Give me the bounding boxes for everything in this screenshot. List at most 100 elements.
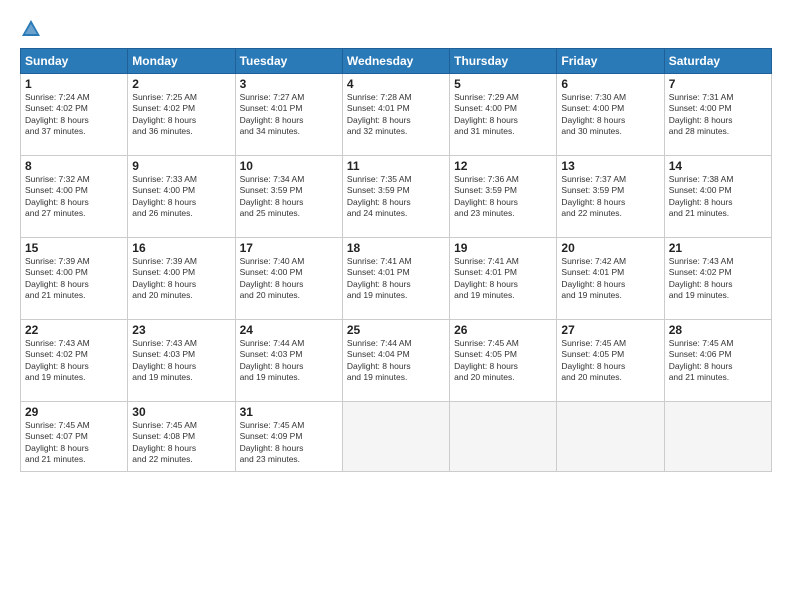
day-info: Sunrise: 7:44 AM Sunset: 4:03 PM Dayligh…: [240, 338, 338, 384]
day-number: 28: [669, 323, 767, 337]
day-number: 2: [132, 77, 230, 91]
day-number: 22: [25, 323, 123, 337]
day-info: Sunrise: 7:35 AM Sunset: 3:59 PM Dayligh…: [347, 174, 445, 220]
day-number: 19: [454, 241, 552, 255]
calendar-cell: 27Sunrise: 7:45 AM Sunset: 4:05 PM Dayli…: [557, 320, 664, 402]
day-info: Sunrise: 7:41 AM Sunset: 4:01 PM Dayligh…: [454, 256, 552, 302]
calendar-cell: 31Sunrise: 7:45 AM Sunset: 4:09 PM Dayli…: [235, 402, 342, 472]
calendar-cell: 9Sunrise: 7:33 AM Sunset: 4:00 PM Daylig…: [128, 156, 235, 238]
day-info: Sunrise: 7:30 AM Sunset: 4:00 PM Dayligh…: [561, 92, 659, 138]
day-of-week-header: Friday: [557, 49, 664, 74]
day-number: 31: [240, 405, 338, 419]
calendar-cell: 1Sunrise: 7:24 AM Sunset: 4:02 PM Daylig…: [21, 74, 128, 156]
day-of-week-header: Tuesday: [235, 49, 342, 74]
calendar-table: SundayMondayTuesdayWednesdayThursdayFrid…: [20, 48, 772, 472]
day-info: Sunrise: 7:45 AM Sunset: 4:08 PM Dayligh…: [132, 420, 230, 466]
calendar-cell: 28Sunrise: 7:45 AM Sunset: 4:06 PM Dayli…: [664, 320, 771, 402]
calendar-cell: 2Sunrise: 7:25 AM Sunset: 4:02 PM Daylig…: [128, 74, 235, 156]
day-of-week-header: Wednesday: [342, 49, 449, 74]
calendar-cell: 26Sunrise: 7:45 AM Sunset: 4:05 PM Dayli…: [450, 320, 557, 402]
calendar-cell: 4Sunrise: 7:28 AM Sunset: 4:01 PM Daylig…: [342, 74, 449, 156]
calendar-header-row: SundayMondayTuesdayWednesdayThursdayFrid…: [21, 49, 772, 74]
calendar-cell: 18Sunrise: 7:41 AM Sunset: 4:01 PM Dayli…: [342, 238, 449, 320]
day-info: Sunrise: 7:43 AM Sunset: 4:03 PM Dayligh…: [132, 338, 230, 384]
calendar-week-row: 1Sunrise: 7:24 AM Sunset: 4:02 PM Daylig…: [21, 74, 772, 156]
day-info: Sunrise: 7:45 AM Sunset: 4:06 PM Dayligh…: [669, 338, 767, 384]
calendar-cell: 7Sunrise: 7:31 AM Sunset: 4:00 PM Daylig…: [664, 74, 771, 156]
day-number: 26: [454, 323, 552, 337]
day-info: Sunrise: 7:45 AM Sunset: 4:05 PM Dayligh…: [454, 338, 552, 384]
calendar-cell: 25Sunrise: 7:44 AM Sunset: 4:04 PM Dayli…: [342, 320, 449, 402]
calendar-cell: 19Sunrise: 7:41 AM Sunset: 4:01 PM Dayli…: [450, 238, 557, 320]
day-number: 3: [240, 77, 338, 91]
day-of-week-header: Thursday: [450, 49, 557, 74]
day-info: Sunrise: 7:31 AM Sunset: 4:00 PM Dayligh…: [669, 92, 767, 138]
day-info: Sunrise: 7:43 AM Sunset: 4:02 PM Dayligh…: [669, 256, 767, 302]
calendar-cell: 20Sunrise: 7:42 AM Sunset: 4:01 PM Dayli…: [557, 238, 664, 320]
calendar-cell: 13Sunrise: 7:37 AM Sunset: 3:59 PM Dayli…: [557, 156, 664, 238]
day-info: Sunrise: 7:27 AM Sunset: 4:01 PM Dayligh…: [240, 92, 338, 138]
calendar-cell: 6Sunrise: 7:30 AM Sunset: 4:00 PM Daylig…: [557, 74, 664, 156]
day-number: 18: [347, 241, 445, 255]
header: [20, 16, 772, 40]
day-of-week-header: Saturday: [664, 49, 771, 74]
day-number: 25: [347, 323, 445, 337]
day-info: Sunrise: 7:34 AM Sunset: 3:59 PM Dayligh…: [240, 174, 338, 220]
day-number: 12: [454, 159, 552, 173]
calendar-cell: 16Sunrise: 7:39 AM Sunset: 4:00 PM Dayli…: [128, 238, 235, 320]
day-info: Sunrise: 7:32 AM Sunset: 4:00 PM Dayligh…: [25, 174, 123, 220]
calendar-cell: 14Sunrise: 7:38 AM Sunset: 4:00 PM Dayli…: [664, 156, 771, 238]
day-info: Sunrise: 7:38 AM Sunset: 4:00 PM Dayligh…: [669, 174, 767, 220]
day-number: 11: [347, 159, 445, 173]
calendar-week-row: 8Sunrise: 7:32 AM Sunset: 4:00 PM Daylig…: [21, 156, 772, 238]
day-info: Sunrise: 7:24 AM Sunset: 4:02 PM Dayligh…: [25, 92, 123, 138]
day-of-week-header: Sunday: [21, 49, 128, 74]
day-info: Sunrise: 7:45 AM Sunset: 4:05 PM Dayligh…: [561, 338, 659, 384]
day-number: 29: [25, 405, 123, 419]
calendar-cell: [557, 402, 664, 472]
day-info: Sunrise: 7:39 AM Sunset: 4:00 PM Dayligh…: [132, 256, 230, 302]
calendar-cell: 29Sunrise: 7:45 AM Sunset: 4:07 PM Dayli…: [21, 402, 128, 472]
day-number: 21: [669, 241, 767, 255]
day-number: 6: [561, 77, 659, 91]
day-info: Sunrise: 7:25 AM Sunset: 4:02 PM Dayligh…: [132, 92, 230, 138]
day-info: Sunrise: 7:37 AM Sunset: 3:59 PM Dayligh…: [561, 174, 659, 220]
calendar-cell: 17Sunrise: 7:40 AM Sunset: 4:00 PM Dayli…: [235, 238, 342, 320]
calendar-cell: 12Sunrise: 7:36 AM Sunset: 3:59 PM Dayli…: [450, 156, 557, 238]
day-number: 24: [240, 323, 338, 337]
day-number: 5: [454, 77, 552, 91]
calendar-cell: 3Sunrise: 7:27 AM Sunset: 4:01 PM Daylig…: [235, 74, 342, 156]
calendar-week-row: 15 Sunrise: 7:39 AM Sunset: 4:00 PM Dayli…: [21, 238, 772, 320]
day-number: 14: [669, 159, 767, 173]
day-info: Sunrise: 7:45 AM Sunset: 4:07 PM Dayligh…: [25, 420, 123, 466]
day-info: Sunrise: 7:33 AM Sunset: 4:00 PM Dayligh…: [132, 174, 230, 220]
calendar-week-row: 29Sunrise: 7:45 AM Sunset: 4:07 PM Dayli…: [21, 402, 772, 472]
day-info: Sunrise: 7:40 AM Sunset: 4:00 PM Dayligh…: [240, 256, 338, 302]
day-info: Sunrise: 7:45 AM Sunset: 4:09 PM Dayligh…: [240, 420, 338, 466]
calendar-cell: 10Sunrise: 7:34 AM Sunset: 3:59 PM Dayli…: [235, 156, 342, 238]
day-number: 20: [561, 241, 659, 255]
day-number: 8: [25, 159, 123, 173]
day-number: 23: [132, 323, 230, 337]
calendar-cell: 24Sunrise: 7:44 AM Sunset: 4:03 PM Dayli…: [235, 320, 342, 402]
day-info: Sunrise: 7:44 AM Sunset: 4:04 PM Dayligh…: [347, 338, 445, 384]
calendar-cell: 15Sunrise: 7:39 AM Sunset: 4:00 PM Dayli…: [21, 238, 128, 320]
calendar-cell: [664, 402, 771, 472]
day-info: Sunrise: 7:43 AM Sunset: 4:02 PM Dayligh…: [25, 338, 123, 384]
day-number: 27: [561, 323, 659, 337]
calendar-cell: [342, 402, 449, 472]
day-number: 1: [25, 77, 123, 91]
calendar-cell: 8Sunrise: 7:32 AM Sunset: 4:00 PM Daylig…: [21, 156, 128, 238]
day-info: Sunrise: 7:42 AM Sunset: 4:01 PM Dayligh…: [561, 256, 659, 302]
day-info: Sunrise: 7:29 AM Sunset: 4:00 PM Dayligh…: [454, 92, 552, 138]
calendar-cell: 30Sunrise: 7:45 AM Sunset: 4:08 PM Dayli…: [128, 402, 235, 472]
day-number: 13: [561, 159, 659, 173]
calendar-cell: [450, 402, 557, 472]
logo-icon: [20, 18, 42, 40]
day-number: 9: [132, 159, 230, 173]
day-info: Sunrise: 7:41 AM Sunset: 4:01 PM Dayligh…: [347, 256, 445, 302]
day-number: 15: [25, 241, 123, 255]
day-info: Sunrise: 7:28 AM Sunset: 4:01 PM Dayligh…: [347, 92, 445, 138]
calendar-cell: 21Sunrise: 7:43 AM Sunset: 4:02 PM Dayli…: [664, 238, 771, 320]
day-number: 16: [132, 241, 230, 255]
